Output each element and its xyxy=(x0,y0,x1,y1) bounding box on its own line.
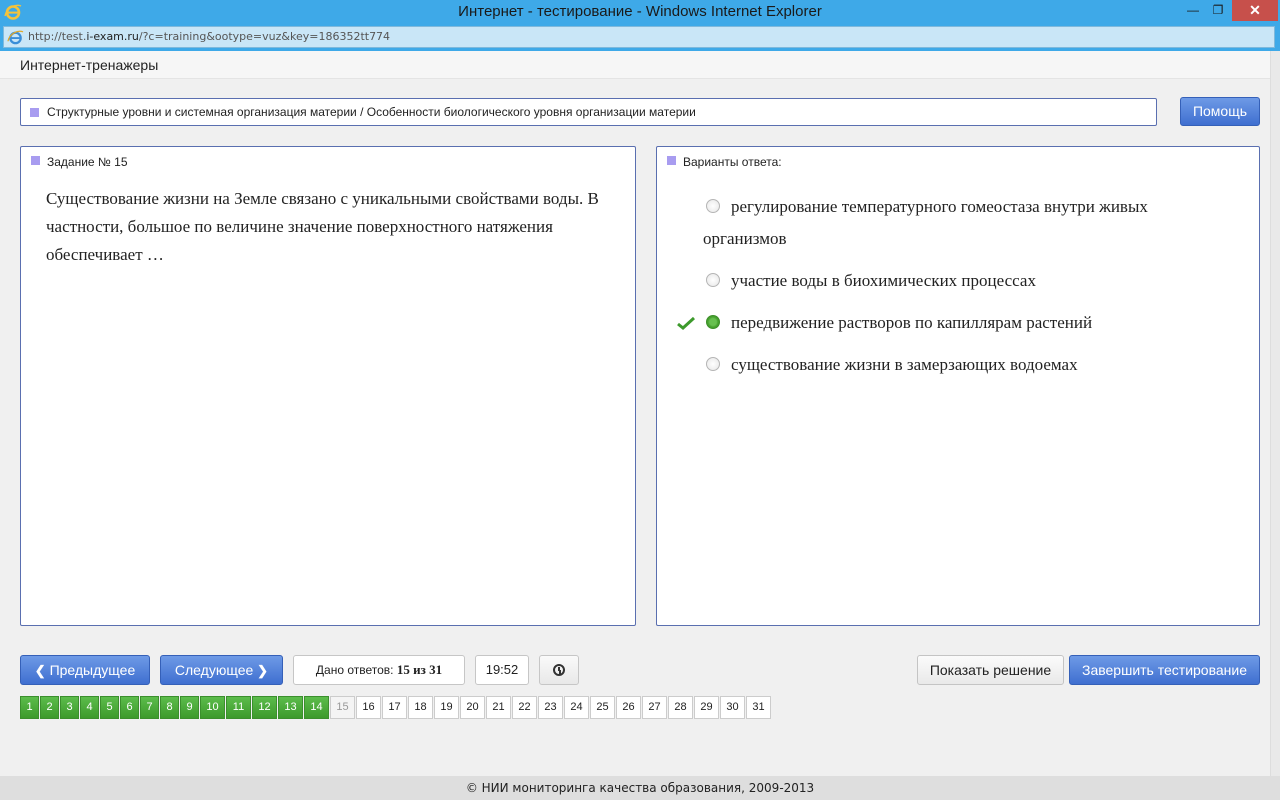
answers-given-label: Дано ответов: xyxy=(315,663,394,677)
radio-button[interactable] xyxy=(706,273,720,287)
pager-item-current[interactable]: 15 xyxy=(330,696,355,719)
pager-item[interactable]: 20 xyxy=(460,696,485,719)
pager-item[interactable]: 3 xyxy=(60,696,79,719)
brand-title: Интернет-тренажеры xyxy=(20,57,159,73)
pager-item[interactable]: 8 xyxy=(160,696,179,719)
answer-option[interactable]: участие воды в биохимических процессах xyxy=(703,265,1223,297)
bullet-square-icon xyxy=(31,156,40,165)
pager-item[interactable]: 6 xyxy=(120,696,139,719)
pager-item[interactable]: 26 xyxy=(616,696,641,719)
clock-icon xyxy=(553,664,565,676)
radio-button[interactable] xyxy=(706,199,720,213)
pager-item[interactable]: 12 xyxy=(252,696,277,719)
help-button[interactable]: Помощь xyxy=(1180,97,1260,126)
pager-item[interactable]: 13 xyxy=(278,696,303,719)
pager-item[interactable]: 9 xyxy=(180,696,199,719)
page-scrollbar[interactable] xyxy=(1270,51,1280,776)
answer-option-label: участие воды в биохимических процессах xyxy=(731,271,1036,290)
page: Интернет-тренажеры Структурные уровни и … xyxy=(0,51,1280,776)
pager-item[interactable]: 25 xyxy=(590,696,615,719)
url-text: http://test.i-exam.ru/?c=training&ootype… xyxy=(28,30,391,43)
next-button-label: Следующее xyxy=(174,662,254,678)
show-solution-button[interactable]: Показать решение xyxy=(917,655,1064,685)
bullet-square-icon xyxy=(667,156,676,165)
breadcrumb: Структурные уровни и системная организац… xyxy=(20,98,1157,126)
chevron-right-icon: ❯ xyxy=(257,663,269,678)
window-title: Интернет - тестирование - Windows Intern… xyxy=(458,3,822,20)
pager-item[interactable]: 2 xyxy=(40,696,59,719)
answers-panel: Варианты ответа: регулирование температу… xyxy=(656,146,1260,626)
pager-item[interactable]: 16 xyxy=(356,696,381,719)
pager-item[interactable]: 31 xyxy=(746,696,771,719)
url-field[interactable]: http://test.i-exam.ru/?c=training&ootype… xyxy=(3,26,1275,48)
answers-heading: Варианты ответа: xyxy=(683,155,782,169)
pager-item[interactable]: 30 xyxy=(720,696,745,719)
answer-option-label: регулирование температурного гомеостаза … xyxy=(703,197,1148,248)
answer-option[interactable]: существование жизни в замерзающих водоем… xyxy=(703,349,1223,381)
previous-button[interactable]: ❮ Предыдущее xyxy=(20,655,150,685)
pager-item[interactable]: 19 xyxy=(434,696,459,719)
pager-item[interactable]: 7 xyxy=(140,696,159,719)
timer-toggle-button[interactable] xyxy=(539,655,579,685)
pager-item[interactable]: 5 xyxy=(100,696,119,719)
pager-item[interactable]: 17 xyxy=(382,696,407,719)
pager-item[interactable]: 4 xyxy=(80,696,99,719)
next-button[interactable]: Следующее ❯ xyxy=(160,655,283,685)
answers-given-value: 15 из 31 xyxy=(396,662,443,677)
pager-item[interactable]: 27 xyxy=(642,696,667,719)
finish-test-button[interactable]: Завершить тестирование xyxy=(1069,655,1260,685)
window-titlebar: Интернет - тестирование - Windows Intern… xyxy=(0,0,1280,25)
timer: 19:52 xyxy=(475,655,529,685)
pager-item[interactable]: 22 xyxy=(512,696,537,719)
pager-item[interactable]: 29 xyxy=(694,696,719,719)
bullet-square-icon xyxy=(30,108,39,117)
footer-copyright: © НИИ мониторинга качества образования, … xyxy=(0,776,1280,800)
question-panel: Задание № 15 Существование жизни на Земл… xyxy=(20,146,636,626)
pager-item[interactable]: 18 xyxy=(408,696,433,719)
radio-button[interactable] xyxy=(706,357,720,371)
answer-option-label: существование жизни в замерзающих водоем… xyxy=(731,355,1078,374)
answer-option-label: передвижение растворов по капиллярам рас… xyxy=(731,313,1093,332)
pager-item[interactable]: 24 xyxy=(564,696,589,719)
answer-option-selected[interactable]: передвижение растворов по капиллярам рас… xyxy=(677,307,1223,339)
pager-item[interactable]: 1 xyxy=(20,696,39,719)
question-pager: 1 2 3 4 5 6 7 8 9 10 11 12 13 14 15 16 17 18 19 20 21 22 23 24 2… xyxy=(20,696,772,719)
minimize-button[interactable]: — xyxy=(1180,0,1206,21)
pager-item[interactable]: 28 xyxy=(668,696,693,719)
pager-item[interactable]: 11 xyxy=(226,696,251,719)
answers-given-counter: Дано ответов: 15 из 31 xyxy=(293,655,465,685)
answer-options: регулирование температурного гомеостаза … xyxy=(677,191,1223,391)
pager-item[interactable]: 14 xyxy=(304,696,329,719)
chevron-left-icon: ❮ xyxy=(34,663,46,678)
pager-item[interactable]: 21 xyxy=(486,696,511,719)
question-heading: Задание № 15 xyxy=(47,155,128,169)
previous-button-label: Предыдущее xyxy=(49,662,136,678)
answer-option[interactable]: регулирование температурного гомеостаза … xyxy=(703,191,1223,255)
question-text: Существование жизни на Земле связано с у… xyxy=(46,189,599,264)
internet-explorer-icon xyxy=(7,30,24,45)
breadcrumb-text: Структурные уровни и системная организац… xyxy=(47,105,696,119)
close-window-button[interactable]: ✕ xyxy=(1232,0,1278,21)
checkmark-icon xyxy=(677,316,695,330)
pager-item[interactable]: 10 xyxy=(200,696,225,719)
pager-item[interactable]: 23 xyxy=(538,696,563,719)
radio-button-checked[interactable] xyxy=(706,315,720,329)
maximize-button[interactable]: ❐ xyxy=(1205,0,1231,21)
address-bar: http://test.i-exam.ru/?c=training&ootype… xyxy=(0,25,1280,51)
top-strip: Интернет-тренажеры xyxy=(0,51,1270,79)
